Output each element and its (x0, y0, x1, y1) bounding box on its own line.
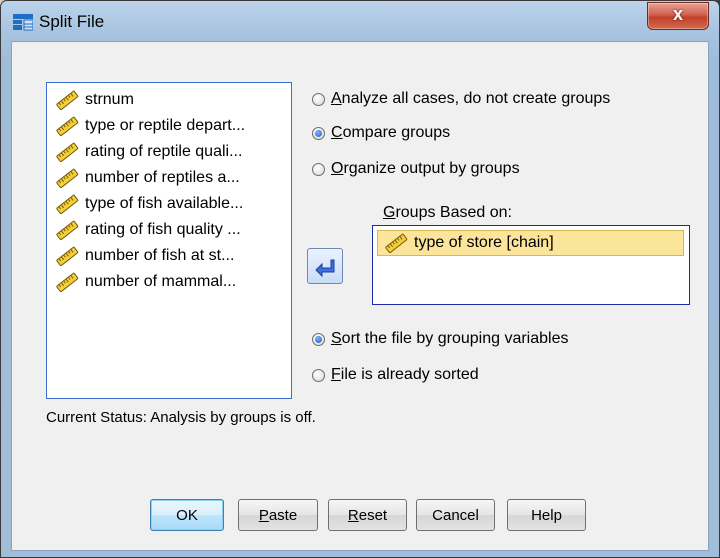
groups-based-on-list[interactable]: type of store [chain] (372, 225, 690, 305)
radio-button-organize-output[interactable] (312, 162, 325, 176)
variable-label: number of fish at st... (85, 247, 235, 264)
window-title: Split File (39, 12, 105, 31)
radio-compare-groups[interactable]: Compare groups (312, 124, 450, 142)
radio-button-analyze-all[interactable] (312, 92, 325, 106)
ruler-icon (56, 246, 79, 266)
variable-label: number of mammal... (85, 273, 237, 290)
ruler-icon (56, 220, 79, 240)
ok-button[interactable]: OK (150, 499, 224, 531)
radio-organize-output[interactable]: Organize output by groups (312, 160, 520, 178)
variable-label: rating of reptile quali... (85, 143, 243, 160)
ruler-icon (56, 142, 79, 162)
variable-label: strnum (85, 91, 134, 108)
cancel-button[interactable]: Cancel (416, 499, 495, 531)
ruler-icon (56, 272, 79, 292)
reset-button[interactable]: Reset (328, 499, 407, 531)
variable-list-item[interactable]: number of mammal... (55, 271, 236, 293)
radio-label: Compare groups (331, 124, 451, 141)
arrow-left-icon (315, 259, 335, 278)
ruler-icon (56, 168, 79, 188)
variable-label: type or reptile depart... (85, 117, 246, 134)
radio-button-sort-file[interactable] (312, 332, 325, 346)
variable-list-item[interactable]: type of fish available... (55, 193, 243, 215)
group-variable-item[interactable]: type of store [chain] (377, 230, 684, 256)
variable-list-item[interactable]: rating of reptile quali... (55, 141, 242, 163)
help-button[interactable]: Help (507, 499, 586, 531)
ruler-icon (56, 90, 79, 110)
variable-list-item[interactable]: strnum (55, 89, 134, 111)
paste-button[interactable]: Paste (238, 499, 318, 531)
variable-label: type of fish available... (85, 195, 244, 212)
split-file-icon (13, 14, 33, 31)
group-variable-label: type of store [chain] (414, 234, 554, 251)
ruler-icon (385, 233, 408, 253)
radio-button-compare-groups[interactable] (312, 126, 325, 140)
radio-label: File is already sorted (331, 366, 479, 383)
current-status-text: Current Status: Analysis by groups is of… (46, 409, 316, 426)
radio-label: Analyze all cases, do not create groups (331, 90, 611, 107)
radio-label: Organize output by groups (331, 160, 520, 177)
variable-list-item[interactable]: number of fish at st... (55, 245, 234, 267)
ruler-icon (56, 194, 79, 214)
groups-based-on-label: Groups Based on: (383, 204, 512, 221)
variable-label: number of reptiles a... (85, 169, 240, 186)
source-variable-list[interactable]: strnum type or reptile depart... rating of… (46, 82, 292, 399)
radio-analyze-all[interactable]: Analyze all cases, do not create groups (312, 90, 610, 108)
move-variable-button[interactable] (307, 248, 343, 284)
variable-list-item[interactable]: type or reptile depart... (55, 115, 245, 137)
radio-already-sorted[interactable]: File is already sorted (312, 366, 479, 384)
ruler-icon (56, 116, 79, 136)
variable-label: rating of fish quality ... (85, 221, 241, 238)
variable-list-item[interactable]: number of reptiles a... (55, 167, 240, 189)
radio-label: Sort the file by grouping variables (331, 330, 569, 347)
close-button[interactable]: x (647, 2, 709, 30)
radio-button-already-sorted[interactable] (312, 368, 325, 382)
title-bar[interactable]: Split File x (1, 1, 719, 41)
variable-list-item[interactable]: rating of fish quality ... (55, 219, 241, 241)
radio-sort-file[interactable]: Sort the file by grouping variables (312, 330, 568, 348)
close-icon: x (672, 4, 683, 24)
